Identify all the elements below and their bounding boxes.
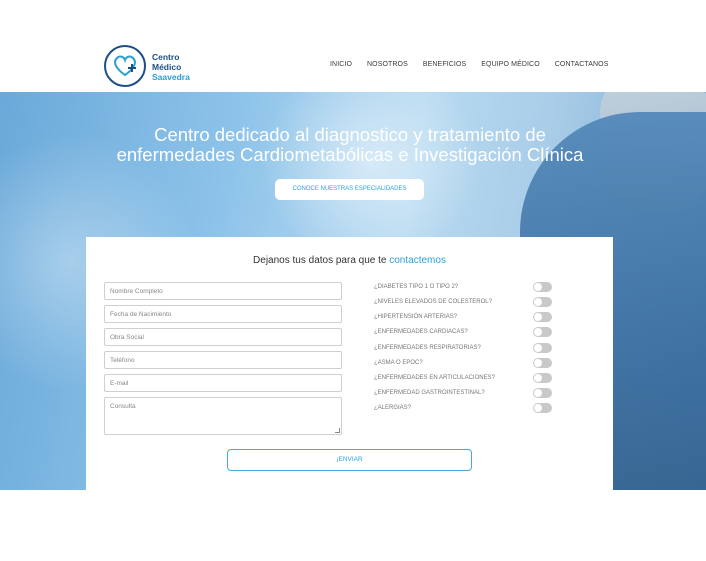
question-label: ¿HIPERTENSIÓN ARTERIAS? bbox=[374, 314, 458, 320]
question-label: ¿DIABETES TIPO 1 O TIPO 2? bbox=[374, 284, 459, 290]
toggle-knob bbox=[534, 298, 542, 306]
toggle-knob bbox=[534, 283, 542, 291]
question-label: ¿ALERGIAS? bbox=[374, 405, 412, 411]
message-textarea[interactable]: Consulta bbox=[104, 397, 342, 435]
question-label: ¿ENFERMEDADES EN ARTICULACIONES? bbox=[374, 375, 495, 381]
question-label: ¿ENFERMEDAD GASTROINTESTINAL? bbox=[374, 390, 485, 396]
cardiac-toggle[interactable] bbox=[533, 327, 552, 337]
form-title-text: Dejanos tus datos para que te bbox=[253, 255, 390, 266]
question-row: ¿ENFERMEDADES RESPIRATORIAS? bbox=[374, 344, 554, 356]
submit-button[interactable]: ¡ENVIAR bbox=[227, 449, 472, 471]
brand-line-1: Centro bbox=[152, 52, 180, 62]
joints-toggle[interactable] bbox=[533, 373, 552, 383]
hypertension-toggle[interactable] bbox=[533, 312, 552, 322]
nav-item-equipo-medico[interactable]: EQUIPO MÉDICO bbox=[481, 61, 539, 68]
brand-name[interactable]: Centro Médico Saavedra bbox=[152, 52, 190, 82]
toggle-knob bbox=[534, 404, 542, 412]
allergies-toggle[interactable] bbox=[533, 403, 552, 413]
question-label: ¿ASMA O EPOC? bbox=[374, 360, 423, 366]
nav-item-contactanos[interactable]: CONTACTANOS bbox=[555, 61, 609, 68]
toggle-knob bbox=[534, 359, 542, 367]
question-row: ¿HIPERTENSIÓN ARTERIAS? bbox=[374, 313, 554, 325]
phone-input[interactable]: Teléfono bbox=[104, 351, 342, 369]
question-label: ¿ENFERMEDADES CARDIACAS? bbox=[374, 329, 468, 335]
health-insurance-input[interactable]: Obra Social bbox=[104, 328, 342, 346]
full-name-input[interactable]: Nombre Completo bbox=[104, 282, 342, 300]
hero-title-line-2: enfermedades Cardiometabólicas e Investi… bbox=[116, 144, 584, 165]
toggle-knob bbox=[534, 328, 542, 336]
toggle-knob bbox=[534, 374, 542, 382]
question-label: ¿ENFERMEDADES RESPIRATORIAS? bbox=[374, 345, 481, 351]
form-title: Dejanos tus datos para que te contactemo… bbox=[86, 255, 613, 266]
question-row: ¿DIABETES TIPO 1 O TIPO 2? bbox=[374, 283, 554, 295]
question-row: ¿ALERGIAS? bbox=[374, 404, 554, 416]
question-row: ¿ENFERMEDADES EN ARTICULACIONES? bbox=[374, 374, 554, 386]
nav-item-beneficios[interactable]: BENEFICIOS bbox=[423, 61, 466, 68]
gastrointestinal-toggle[interactable] bbox=[533, 388, 552, 398]
specialties-button[interactable]: CONOCE NUESTRAS ESPECIALIDADES bbox=[275, 179, 424, 200]
resize-handle-icon[interactable] bbox=[335, 428, 340, 433]
diabetes-toggle[interactable] bbox=[533, 282, 552, 292]
form-title-accent: contactemos bbox=[389, 255, 446, 266]
main-nav: INICIO NOSOTROS BENEFICIOS EQUIPO MÉDICO… bbox=[330, 61, 608, 68]
question-label: ¿NIVELES ELEVADOS DE COLESTEROL? bbox=[374, 299, 492, 305]
question-row: ¿ASMA O EPOC? bbox=[374, 359, 554, 371]
brand-line-2: Médico bbox=[152, 62, 182, 72]
hero-title: Centro dedicado al diagnostico y tratami… bbox=[0, 125, 700, 165]
toggle-knob bbox=[534, 313, 542, 321]
question-row: ¿NIVELES ELEVADOS DE COLESTEROL? bbox=[374, 298, 554, 310]
toggle-knob bbox=[534, 389, 542, 397]
contact-form-card: Dejanos tus datos para que te contactemo… bbox=[86, 237, 613, 491]
birth-date-input[interactable]: Fecha de Nacimiento bbox=[104, 305, 342, 323]
brand-line-3: Saavedra bbox=[152, 72, 190, 82]
nav-item-inicio[interactable]: INICIO bbox=[330, 61, 352, 68]
asthma-toggle[interactable] bbox=[533, 358, 552, 368]
heart-plus-logo-icon[interactable] bbox=[103, 44, 147, 88]
site-header: Centro Médico Saavedra INICIO NOSOTROS B… bbox=[0, 0, 706, 92]
question-row: ¿ENFERMEDAD GASTROINTESTINAL? bbox=[374, 389, 554, 401]
hero-title-line-1: Centro dedicado al diagnostico y tratami… bbox=[154, 124, 546, 145]
nav-item-nosotros[interactable]: NOSOTROS bbox=[367, 61, 408, 68]
message-placeholder: Consulta bbox=[110, 403, 136, 410]
toggle-knob bbox=[534, 344, 542, 352]
question-row: ¿ENFERMEDADES CARDIACAS? bbox=[374, 328, 554, 340]
respiratory-toggle[interactable] bbox=[533, 343, 552, 353]
cholesterol-toggle[interactable] bbox=[533, 297, 552, 307]
email-input[interactable]: E-mail bbox=[104, 374, 342, 392]
